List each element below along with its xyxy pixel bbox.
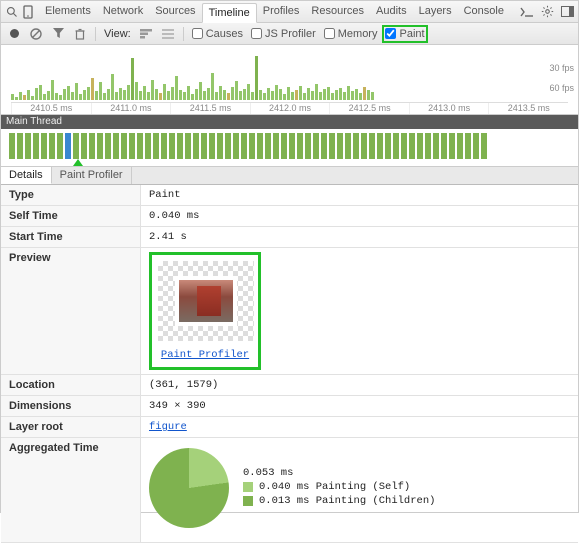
main-thread-header: Main Thread (1, 115, 578, 129)
gear-icon[interactable] (540, 5, 554, 19)
record-icon[interactable] (7, 27, 21, 41)
prop-dimensions-value: 349 × 390 (141, 396, 578, 416)
tab-sources[interactable]: Sources (149, 2, 201, 22)
view-label: View: (104, 28, 131, 40)
prop-selftime-label: Self Time (1, 206, 141, 226)
console-toggle-icon[interactable] (520, 5, 534, 19)
tab-console[interactable]: Console (458, 2, 510, 22)
causes-checkbox[interactable]: Causes (192, 28, 243, 40)
overview-x-axis: 2410.5 ms 2411.0 ms 2411.5 ms 2412.0 ms … (11, 102, 568, 114)
search-icon[interactable] (5, 5, 19, 19)
tab-layers[interactable]: Layers (413, 2, 458, 22)
selection-arrow-icon (73, 159, 83, 166)
prop-starttime-value: 2.41 s (141, 227, 578, 247)
main-thread-track[interactable] (1, 129, 578, 167)
prop-type-value: Paint (141, 185, 578, 205)
detail-tabs: Details Paint Profiler (1, 167, 578, 185)
prop-type-label: Type (1, 185, 141, 205)
timeline-toolbar: View: Causes JS Profiler Memory Paint (1, 23, 578, 45)
legend-swatch-children (243, 496, 253, 506)
devtools-top-tabs: Elements Network Sources Timeline Profil… (1, 1, 578, 23)
prop-preview-label: Preview (1, 248, 141, 374)
paint-profiler-link[interactable]: Paint Profiler (158, 349, 252, 361)
legend-swatch-self (243, 482, 253, 492)
tab-network[interactable]: Network (97, 2, 149, 22)
tab-resources[interactable]: Resources (305, 2, 370, 22)
fps-60-label: 60 fps (549, 83, 574, 93)
view-tree-icon[interactable] (161, 27, 175, 41)
prop-aggtime-label: Aggregated Time (1, 438, 141, 542)
prop-location-value: (361, 1579) (141, 375, 578, 395)
agg-total: 0.053 ms (243, 467, 435, 479)
tab-audits[interactable]: Audits (370, 2, 413, 22)
aggregated-time-pie (149, 448, 229, 528)
prop-starttime-label: Start Time (1, 227, 141, 247)
layer-root-link[interactable]: figure (149, 421, 187, 433)
view-flame-icon[interactable] (139, 27, 153, 41)
paint-preview: Paint Profiler (149, 252, 261, 370)
dock-icon[interactable] (560, 5, 574, 19)
tab-timeline[interactable]: Timeline (202, 3, 257, 23)
aggregated-time-legend: 0.053 ms 0.040 ms Painting (Self) 0.013 … (243, 467, 435, 509)
js-profiler-checkbox[interactable]: JS Profiler (251, 28, 316, 40)
memory-checkbox[interactable]: Memory (324, 28, 378, 40)
clear-icon[interactable] (29, 27, 43, 41)
tab-elements[interactable]: Elements (39, 2, 97, 22)
paint-checkbox[interactable]: Paint (385, 28, 424, 40)
prop-selftime-value: 0.040 ms (141, 206, 578, 226)
tab-paint-profiler[interactable]: Paint Profiler (52, 167, 132, 184)
tab-profiles[interactable]: Profiles (257, 2, 306, 22)
fps-30-label: 30 fps (549, 63, 574, 73)
overview-bars (11, 54, 550, 100)
timeline-overview[interactable]: 30 fps 60 fps 2410.5 ms 2411.0 ms 2411.5… (1, 45, 578, 115)
gc-icon[interactable] (73, 27, 87, 41)
device-icon[interactable] (21, 5, 35, 19)
prop-location-label: Location (1, 375, 141, 395)
prop-dimensions-label: Dimensions (1, 396, 141, 416)
filter-icon[interactable] (51, 27, 65, 41)
prop-layerroot-label: Layer root (1, 417, 141, 437)
event-properties: TypePaint Self Time0.040 ms Start Time2.… (1, 185, 578, 543)
panel-tabs: Elements Network Sources Timeline Profil… (39, 2, 510, 22)
tab-details[interactable]: Details (1, 167, 52, 184)
preview-thumbnail (158, 261, 254, 341)
